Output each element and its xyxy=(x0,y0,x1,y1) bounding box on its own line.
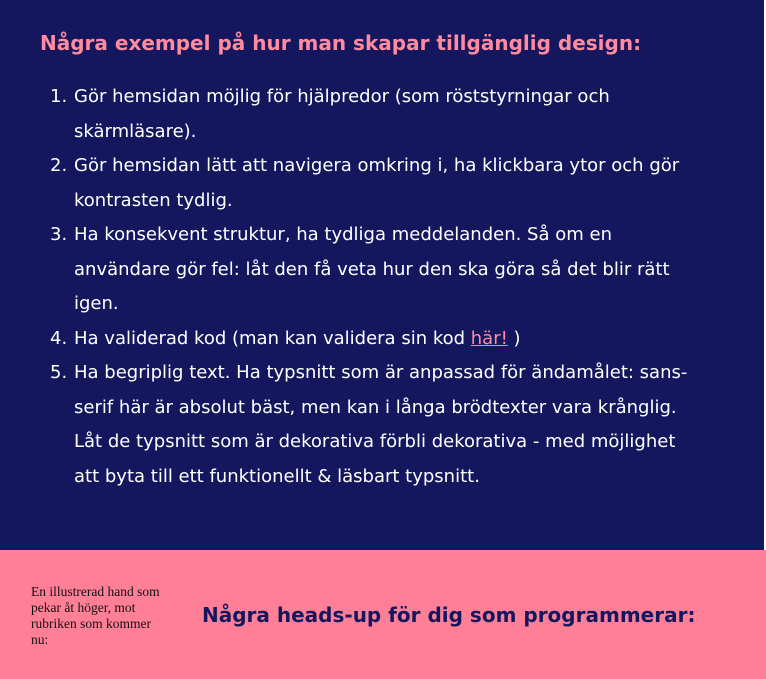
list-item: 5. Ha begriplig text. Ha typsnitt som är… xyxy=(50,356,689,494)
list-item: 2. Gör hemsidan lätt att navigera omkrin… xyxy=(50,149,689,218)
list-item-text: Ha begriplig text. Ha typsnitt som är an… xyxy=(74,362,688,487)
validator-link[interactable]: här! xyxy=(471,328,508,349)
list-item-number: 5. xyxy=(50,362,68,383)
list-item: 3. Ha konsekvent struktur, ha tydliga me… xyxy=(50,218,689,322)
list-item-text-after: ) xyxy=(507,327,521,349)
accessibility-tips-section: Några exempel på hur man skapar tillgäng… xyxy=(0,0,766,550)
heads-up-section: En illustrerad hand som pekar åt höger, … xyxy=(0,550,766,679)
list-item: 1. Gör hemsidan möjlig för hjälpredor (s… xyxy=(50,80,689,149)
list-item-number: 4. xyxy=(50,327,68,349)
list-item-text: Ha konsekvent struktur, ha tydliga medde… xyxy=(74,224,670,314)
list-item-text-before: Ha validerad kod (man kan validera sin k… xyxy=(74,327,471,349)
list-item-number: 2. xyxy=(50,155,68,176)
tips-list: 1. Gör hemsidan möjlig för hjälpredor (s… xyxy=(50,80,689,494)
section-heading: Några exempel på hur man skapar tillgäng… xyxy=(40,31,642,55)
list-item-number: 3. xyxy=(50,224,68,245)
pointing-hand-image-alt: En illustrerad hand som pekar åt höger, … xyxy=(31,584,160,647)
list-item-text: Gör hemsidan möjlig för hjälpredor (som … xyxy=(74,86,610,142)
list-item-number: 1. xyxy=(50,86,68,107)
heads-up-heading: Några heads-up för dig som programmerar: xyxy=(202,603,696,627)
list-item-text: Gör hemsidan lätt att navigera omkring i… xyxy=(74,155,680,211)
list-item: 4. Ha validerad kod (man kan validera si… xyxy=(50,322,689,357)
